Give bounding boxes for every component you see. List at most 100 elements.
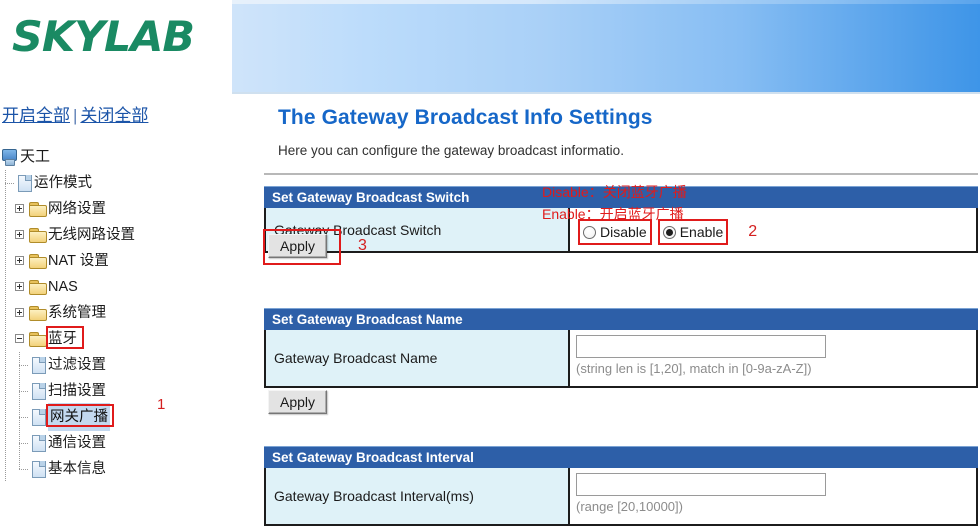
link-separator: | (73, 106, 78, 125)
radio-dot-enable[interactable] (662, 225, 676, 239)
tree-item-label: 无线网路设置 (48, 227, 135, 244)
annotation-number-2: 2 (748, 223, 758, 240)
tree-line (5, 352, 6, 379)
section-header: Set Gateway Broadcast Name (264, 308, 978, 330)
page-icon (28, 456, 48, 482)
tree-item-6[interactable]: 系统管理 (0, 299, 232, 327)
tree-gutter (14, 352, 29, 379)
apply-name-wrap: Apply (268, 390, 328, 414)
main-content: The Gateway Broadcast Info Settings Here… (262, 92, 980, 530)
apply-switch-wrap: Apply 3 (263, 229, 367, 265)
tree-item-12[interactable]: 基本信息 (0, 455, 232, 483)
page-icon (14, 170, 34, 196)
tree-line (5, 300, 6, 327)
tree-line (5, 274, 6, 301)
tree-item-4[interactable]: NAT 设置 (0, 247, 232, 275)
apply-switch-button[interactable]: Apply (268, 234, 328, 258)
tree-gutter (0, 352, 14, 379)
tree-item-label: NAS (48, 279, 78, 296)
radio-dot-disable[interactable] (583, 225, 596, 239)
tree-item-label: 运作模式 (34, 175, 92, 192)
radio-label-disable: Disable (600, 224, 647, 240)
tree-gutter (14, 430, 29, 457)
tree-item-2[interactable]: 网络设置 (0, 195, 232, 223)
annotation-disable-note: Disable：关闭蓝牙广播 (542, 184, 687, 200)
tree-gutter (14, 404, 29, 431)
header-banner (232, 0, 980, 94)
page-icon (28, 430, 48, 456)
field-hint: (string len is [1,20], match in [0-9a-zA… (576, 361, 812, 376)
tree-item-label: NAT 设置 (48, 253, 109, 270)
logo-text: SKYLAB (12, 12, 195, 61)
tree-line (5, 248, 6, 275)
tree-gutter (14, 378, 29, 405)
field-label: Gateway Broadcast Name (266, 330, 570, 386)
radio-option-enable[interactable]: Enable (657, 219, 729, 245)
page-description: Here you can configure the gateway broad… (278, 143, 624, 158)
tree-item-10[interactable]: 网关广播 (0, 403, 232, 432)
annotation-enable-note: Enable：开启蓝牙广播 (542, 206, 684, 222)
tree-gutter (0, 274, 14, 301)
page-icon (28, 378, 48, 404)
table-row: Gateway Broadcast Name (string len is [1… (264, 330, 978, 388)
tree-gutter (0, 170, 15, 197)
tree-line (5, 404, 6, 431)
tree-item-1[interactable]: 运作模式 (0, 169, 232, 197)
tree-expander-cell (14, 222, 28, 248)
tree-gutter (0, 196, 14, 223)
tree-item-0[interactable]: 天工 (0, 143, 232, 169)
expand-icon[interactable] (15, 256, 24, 266)
tree-gutter (0, 300, 14, 327)
annotation-number-3: 3 (358, 237, 367, 254)
tree-gutter (0, 404, 14, 431)
collapse-all-link[interactable]: 关闭全部 (80, 106, 148, 125)
skylab-logo: SKYLAB (12, 16, 195, 58)
tree-gutter (0, 326, 14, 353)
tree-gutter (0, 378, 14, 405)
radio-option-disable[interactable]: Disable (578, 219, 652, 245)
page-icon (28, 404, 48, 430)
folder-icon (28, 248, 48, 274)
expand-icon[interactable] (15, 282, 24, 292)
field-control: (range [20,10000]) (570, 468, 976, 524)
tree-item-9[interactable]: 扫描设置 (0, 377, 232, 405)
broadcast-name-input[interactable] (576, 335, 826, 358)
collapse-icon[interactable] (15, 334, 24, 344)
expand-icon[interactable] (15, 230, 24, 240)
field-label: Gateway Broadcast Interval(ms) (266, 468, 570, 524)
annotation-number-1: 1 (157, 396, 166, 413)
tree-expander-cell (14, 196, 28, 222)
tree-controls: 开启全部 | 关闭全部 (2, 101, 148, 126)
tree-line (5, 222, 6, 249)
table-row: Gateway Broadcast Interval(ms) (range [2… (264, 468, 978, 526)
tree-item-label: 网络设置 (48, 201, 106, 218)
radio-label-enable: Enable (679, 224, 724, 240)
apply-name-button[interactable]: Apply (268, 390, 328, 414)
broadcast-interval-input[interactable] (576, 473, 826, 496)
tree-expander-cell (14, 248, 28, 274)
tree-item-label: 系统管理 (48, 305, 106, 322)
folder-icon (28, 326, 48, 352)
tree-line (5, 430, 6, 457)
tree-line (5, 196, 6, 223)
expand-icon[interactable] (15, 204, 24, 214)
tree-expander-cell (14, 274, 28, 300)
tree-expander-cell (14, 326, 28, 352)
tree-item-7[interactable]: 蓝牙 (0, 325, 232, 353)
tree-line (5, 326, 6, 353)
expand-all-link[interactable]: 开启全部 (2, 106, 70, 125)
tree-item-label: 基本信息 (48, 461, 106, 478)
tree-item-11[interactable]: 通信设置 (0, 429, 232, 457)
tree-item-label: 过滤设置 (48, 357, 106, 374)
tree-gutter (0, 430, 14, 457)
tree-gutter (0, 222, 14, 249)
folder-icon (28, 274, 48, 300)
tree-line (5, 456, 6, 483)
tree-item-8[interactable]: 过滤设置 (0, 351, 232, 379)
tree-gutter (0, 248, 14, 275)
tree-item-3[interactable]: 无线网路设置 (0, 221, 232, 249)
computer-icon (0, 144, 20, 170)
tree-item-5[interactable]: NAS (0, 273, 232, 301)
expand-icon[interactable] (15, 308, 24, 318)
tree-item-label: 通信设置 (48, 435, 106, 452)
